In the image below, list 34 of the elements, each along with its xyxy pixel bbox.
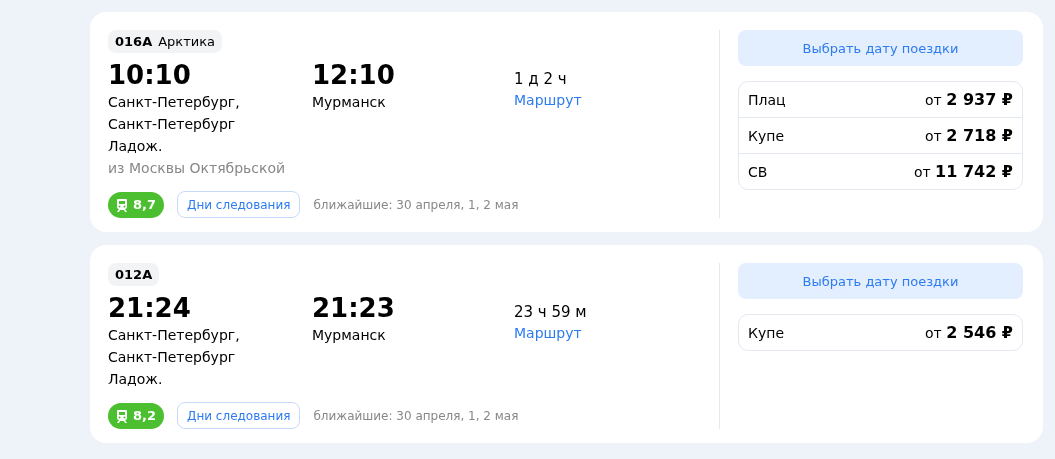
choose-date-button[interactable]: Выбрать дату поездки bbox=[738, 30, 1023, 66]
car-class: Плац bbox=[748, 91, 786, 108]
departure-station: Санкт-Петербург, Санкт-Петербург Ладож. bbox=[108, 93, 241, 156]
fare-price: от 11 742 ₽ bbox=[913, 162, 1013, 181]
train-icon bbox=[116, 408, 128, 423]
route-link[interactable]: Маршрут bbox=[514, 89, 582, 111]
trip-duration: 23 ч 59 м bbox=[514, 302, 587, 322]
car-class: Купе bbox=[748, 127, 784, 144]
rating-badge: 8,7 bbox=[108, 191, 165, 218]
arrival-time: 21:23 bbox=[312, 292, 396, 324]
schedule-button[interactable]: Дни следования bbox=[177, 402, 301, 429]
car-class: Купе bbox=[748, 324, 784, 341]
arrival-time: 12:10 bbox=[312, 59, 396, 91]
train-number: 016А bbox=[115, 34, 153, 49]
origin-note: из Москвы Октябрьской bbox=[108, 159, 287, 178]
car-class: СВ bbox=[748, 163, 768, 180]
route-link[interactable]: Маршрут bbox=[514, 322, 587, 344]
choose-date-button[interactable]: Выбрать дату поездки bbox=[738, 263, 1023, 299]
schedule-button[interactable]: Дни следования bbox=[177, 191, 301, 218]
arrival-station: Мурманск bbox=[312, 326, 387, 345]
departure-station: Санкт-Петербург, Санкт-Петербург Ладож. bbox=[108, 326, 241, 389]
fare-price: от 2 546 ₽ bbox=[925, 323, 1013, 342]
nearest-dates: ближайшие: 30 апреля, 1, 2 мая bbox=[313, 197, 519, 212]
arrival-station: Мурманск bbox=[312, 93, 387, 112]
rating-badge: 8,2 bbox=[108, 402, 165, 429]
nearest-dates: ближайшие: 30 апреля, 1, 2 мая bbox=[313, 408, 519, 423]
departure-time: 10:10 bbox=[108, 59, 192, 91]
fare-price: от 2 937 ₽ bbox=[925, 90, 1013, 109]
train-icon bbox=[116, 197, 128, 212]
train-name: Арктика bbox=[158, 34, 216, 49]
train-number: 012А bbox=[115, 267, 153, 282]
fare-price: от 2 718 ₽ bbox=[925, 126, 1013, 145]
departure-time: 21:24 bbox=[108, 292, 192, 324]
trip-duration: 1 д 2 ч bbox=[514, 69, 568, 89]
